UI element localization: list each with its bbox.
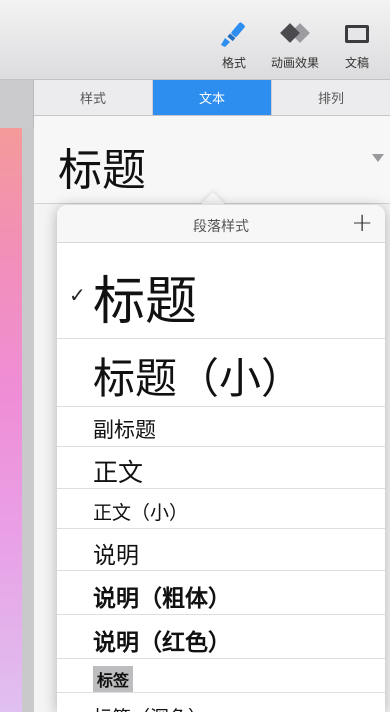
style-item-label[interactable]: 标签: [57, 659, 385, 693]
style-item-label: 正文（小）: [93, 502, 189, 524]
slide-preview[interactable]: [0, 128, 22, 712]
format-label: 格式: [221, 56, 246, 70]
chevron-down-icon: [372, 154, 384, 162]
style-item-label: 说明: [93, 543, 139, 569]
format-button[interactable]: 格式: [214, 20, 254, 71]
style-item-label: 正文: [93, 458, 144, 487]
style-item-heading[interactable]: ✓ 标题: [57, 243, 385, 339]
style-item-caption[interactable]: 说明: [57, 529, 385, 571]
document-button[interactable]: 文稿: [337, 20, 377, 71]
tab-arrange[interactable]: 排列: [272, 80, 390, 115]
popover-header: 段落样式 +: [57, 205, 385, 243]
style-item-label: 标签（深色）: [93, 703, 207, 712]
toolbar: 格式 动画效果 文稿: [0, 0, 390, 80]
style-item-label: 说明（红色）: [93, 630, 231, 656]
style-item-label: 标签: [93, 666, 134, 692]
style-item-heading-small[interactable]: 标题（小）: [57, 339, 385, 407]
document-label: 文稿: [344, 56, 369, 70]
style-item-label: 说明（粗体）: [93, 586, 231, 612]
paragraph-styles-popover: 段落样式 + ✓ 标题 标题（小） 副标题 正文 正文（小） 说明 说明（粗体）…: [57, 205, 385, 712]
style-item-body-small[interactable]: 正文（小）: [57, 489, 385, 529]
popover-title: 段落样式: [193, 219, 249, 235]
style-item-label-dark[interactable]: 标签（深色）: [57, 693, 385, 712]
paragraph-style-selector[interactable]: 标题: [34, 116, 390, 204]
document-icon: [345, 25, 369, 43]
style-item-label: 标题: [93, 272, 198, 332]
current-style-label: 标题: [58, 145, 146, 196]
style-item-label: 副标题: [93, 418, 156, 442]
inspector-tabs: 样式 文本 排列: [34, 80, 390, 116]
add-style-button[interactable]: +: [351, 208, 373, 238]
animation-diamonds-icon: [280, 23, 310, 43]
checkmark-icon: ✓: [69, 283, 86, 307]
tab-style[interactable]: 样式: [34, 80, 153, 115]
animation-label: 动画效果: [270, 56, 319, 70]
slide-gutter: [22, 128, 34, 712]
style-item-caption-red[interactable]: 说明（红色）: [57, 615, 385, 659]
tab-text[interactable]: 文本: [153, 80, 272, 115]
style-item-caption-bold[interactable]: 说明（粗体）: [57, 571, 385, 615]
animation-button[interactable]: 动画效果: [265, 20, 325, 71]
style-item-body[interactable]: 正文: [57, 447, 385, 489]
style-item-label: 标题（小）: [93, 354, 304, 403]
paintbrush-icon: [221, 22, 245, 47]
style-item-subtitle[interactable]: 副标题: [57, 407, 385, 447]
